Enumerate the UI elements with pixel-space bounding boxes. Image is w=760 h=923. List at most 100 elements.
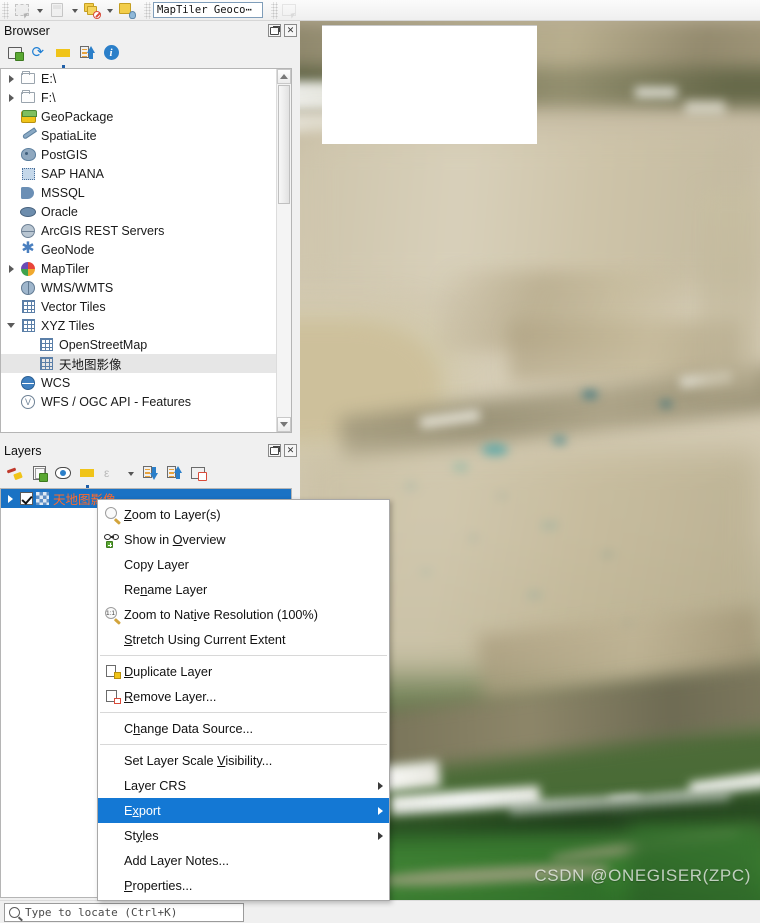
browser-tree-item[interactable]: MSSQL xyxy=(1,183,291,202)
browser-tree-item[interactable]: ArcGIS REST Servers xyxy=(1,221,291,240)
refresh-icon: ⟳ xyxy=(31,43,45,61)
browser-panel-title-bar: Browser ✕ xyxy=(0,21,300,40)
browser-tree-item[interactable]: WCS xyxy=(1,373,291,392)
select-icon xyxy=(15,4,29,16)
browser-tree-item[interactable]: SpatiaLite xyxy=(1,126,291,145)
expand-twisty[interactable] xyxy=(4,259,18,278)
deselect-dropdown[interactable] xyxy=(68,1,81,20)
menu-item-show-in-overview[interactable]: Show in Overview xyxy=(98,527,389,552)
enable-properties-widget-button[interactable]: i xyxy=(100,42,122,63)
menu-item-properties[interactable]: Properties... xyxy=(98,873,389,898)
browser-scrollbar[interactable] xyxy=(276,69,291,432)
menu-item-layer-crs[interactable]: Layer CRS xyxy=(98,773,389,798)
browser-tree-item[interactable]: WMS/WMTS xyxy=(1,278,291,297)
manage-map-themes-button[interactable] xyxy=(52,462,74,483)
scroll-thumb[interactable] xyxy=(278,85,290,204)
browser-item-label: GeoPackage xyxy=(41,109,114,124)
browser-tree-item[interactable]: E:\ xyxy=(1,69,291,88)
menu-item-label: Duplicate Layer xyxy=(124,664,213,679)
filter-icon xyxy=(56,48,70,71)
browser-item-label: 天地图影像 xyxy=(59,358,122,372)
menu-item-label: Remove Layer... xyxy=(124,689,217,704)
layers-panel-title: Layers xyxy=(4,443,42,458)
remove-icon xyxy=(102,689,124,704)
menu-item-styles[interactable]: Styles xyxy=(98,823,389,848)
float-panel-button[interactable] xyxy=(268,444,281,457)
deselect-features-tool[interactable] xyxy=(46,1,68,20)
browser-tree-item[interactable]: MapTiler xyxy=(1,259,291,278)
maptiler-icon xyxy=(18,261,38,276)
scroll-up-button[interactable] xyxy=(277,69,291,84)
browser-tree-item[interactable]: PostGIS xyxy=(1,145,291,164)
layers-remove-icon xyxy=(84,2,101,19)
collapse-all-button[interactable] xyxy=(163,462,185,483)
layer-context-menu[interactable]: Zoom to Layer(s) Show in Overview Copy Lay… xyxy=(97,499,390,901)
browser-item-label: SAP HANA xyxy=(41,166,104,181)
menu-item-rename-layer[interactable]: Rename Layer xyxy=(98,577,389,602)
locator-placeholder: Type to locate (Ctrl+K) xyxy=(25,905,178,919)
browser-tree-item[interactable]: OpenStreetMap xyxy=(1,335,291,354)
add-selected-layers-button[interactable] xyxy=(4,42,26,63)
collapse-all-button[interactable] xyxy=(76,42,98,63)
browser-tree-item[interactable]: GeoPackage xyxy=(1,107,291,126)
browser-tree-item[interactable]: SAP HANA xyxy=(1,164,291,183)
menu-item-add-layer-notes[interactable]: Add Layer Notes... xyxy=(98,848,389,873)
browser-tree-item[interactable]: Oracle xyxy=(1,202,291,221)
menu-item-copy-layer[interactable]: Copy Layer xyxy=(98,552,389,577)
expand-twisty[interactable] xyxy=(4,88,18,107)
collapse-all-icon xyxy=(167,465,182,480)
show-map-tips[interactable] xyxy=(116,1,138,20)
toolbar-grip-3[interactable] xyxy=(271,1,278,19)
menu-item-remove-layer[interactable]: Remove Layer... xyxy=(98,684,389,709)
layers-panel-toolbar: ε xyxy=(0,460,300,491)
browser-tree-item[interactable]: F:\ xyxy=(1,88,291,107)
layer-expand-twisty[interactable] xyxy=(3,489,17,508)
browser-tree-item[interactable]: V WFS / OGC API - Features xyxy=(1,392,291,411)
layer-visibility-checkbox[interactable] xyxy=(20,492,33,505)
menu-separator xyxy=(100,744,387,745)
close-panel-button[interactable]: ✕ xyxy=(284,24,297,37)
browser-item-label: ArcGIS REST Servers xyxy=(41,223,165,238)
menu-item-label: Set Layer Scale Visibility... xyxy=(124,753,273,768)
menu-item-zoom-to-layers[interactable]: Zoom to Layer(s) xyxy=(98,502,389,527)
menu-item-zoom-to-native-resolution[interactable]: 1:1 Zoom to Native Resolution (100%) xyxy=(98,602,389,627)
filter-legend-button[interactable] xyxy=(76,462,98,491)
filter-browser-button[interactable] xyxy=(52,42,74,71)
open-layer-styling-panel-button[interactable] xyxy=(4,462,26,483)
browser-tree-item[interactable]: 天地图影像 xyxy=(1,354,291,373)
locator-search-box[interactable]: Type to locate (Ctrl+K) xyxy=(4,902,244,922)
browser-tree-item[interactable]: ✱ GeoNode xyxy=(1,240,291,259)
menu-item-stretch-using-current-extent[interactable]: Stretch Using Current Extent xyxy=(98,627,389,652)
open-attribute-table[interactable] xyxy=(81,1,103,20)
refresh-button[interactable]: ⟳ xyxy=(28,42,50,63)
top-toolbar: MapTiler Geoco⋯ xyxy=(0,0,760,21)
folder-icon xyxy=(18,90,38,103)
remove-layer-button[interactable] xyxy=(187,462,209,483)
menu-item-set-layer-scale-visibility[interactable]: Set Layer Scale Visibility... xyxy=(98,748,389,773)
menu-item-change-data-source[interactable]: Change Data Source... xyxy=(98,716,389,741)
submenu-arrow-icon xyxy=(378,781,383,790)
close-panel-button[interactable]: ✕ xyxy=(284,444,297,457)
geocoder-combobox[interactable]: MapTiler Geoco⋯ xyxy=(153,2,263,18)
scroll-down-button[interactable] xyxy=(277,417,291,432)
browser-tree-item[interactable]: Vector Tiles xyxy=(1,297,291,316)
add-group-button[interactable] xyxy=(28,462,50,483)
expression-dropdown[interactable] xyxy=(124,463,137,482)
menu-item-duplicate-layer[interactable]: Duplicate Layer xyxy=(98,659,389,684)
attribute-dropdown[interactable] xyxy=(103,1,116,20)
expand-twisty[interactable] xyxy=(4,69,18,88)
browser-tree-item[interactable]: XYZ Tiles xyxy=(1,316,291,335)
collapse-twisty[interactable] xyxy=(4,316,18,335)
zoom-native-icon: 1:1 xyxy=(102,607,124,626)
select-dropdown[interactable] xyxy=(33,1,46,20)
expand-all-button[interactable] xyxy=(139,462,161,483)
menu-item-export[interactable]: Export xyxy=(98,798,389,823)
browser-tree[interactable]: E:\ F:\ GeoPackage SpatiaLite PostGIS SAP HAN… xyxy=(0,68,292,433)
toolbar-grip[interactable] xyxy=(2,1,9,19)
overflow-tool-icon[interactable] xyxy=(282,4,296,16)
select-features-tool[interactable] xyxy=(11,1,33,20)
toolbar-grip-2[interactable] xyxy=(144,1,151,19)
float-panel-button[interactable] xyxy=(268,24,281,37)
